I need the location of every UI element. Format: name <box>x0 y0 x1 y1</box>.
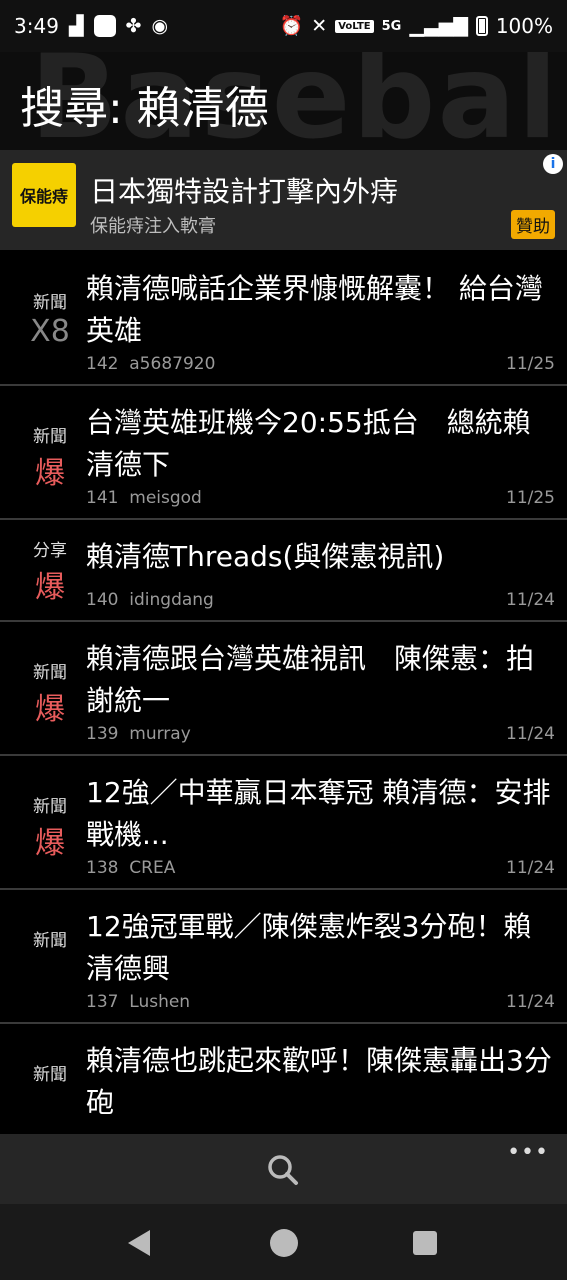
post-row[interactable]: 新聞 爆 賴清德跟台灣英雄視訊 陳傑憲：拍謝統一 139 murray 11/2… <box>0 622 567 756</box>
post-score: X8 <box>30 314 70 349</box>
post-meta: 140 idingdang <box>86 590 214 610</box>
post-number: 141 <box>86 488 119 508</box>
post-category: 新聞 <box>33 293 67 313</box>
post-meta: 137 Lushen <box>86 992 190 1012</box>
ad-title[interactable]: 日本獨特設計打擊內外痔 <box>90 170 398 210</box>
volte-icon: VoLTE <box>335 19 374 33</box>
info-icon[interactable]: i <box>543 154 563 174</box>
post-meta: 139 murray <box>86 724 191 744</box>
post-title[interactable]: 賴清德也跳起來歡呼！陳傑憲轟出3分砲 <box>86 1040 556 1124</box>
post-title[interactable]: 賴清德Threads(與傑憲視訊) <box>86 536 556 578</box>
post-author: idingdang <box>129 590 214 610</box>
post-title[interactable]: 賴清德跟台灣英雄視訊 陳傑憲：拍謝統一 <box>86 638 556 722</box>
post-category: 新聞 <box>33 797 67 817</box>
ad-logo: 保能痔 <box>12 163 76 227</box>
post-date: 11/24 <box>506 992 555 1012</box>
post-row[interactable]: 新聞 12強冠軍戰／陳傑憲炸裂3分砲！賴清德興 137 Lushen 11/24 <box>0 890 567 1024</box>
post-category: 新聞 <box>33 427 67 447</box>
post-row[interactable]: 新聞 爆 12強／中華贏日本奪冠 賴清德：安排戰機... 138 CREA 11… <box>0 756 567 890</box>
post-category: 分享 <box>33 541 67 561</box>
bottom-toolbar: ••• <box>0 1134 567 1204</box>
post-score: 爆 <box>35 456 65 491</box>
pinwheel-icon: ✤ <box>125 14 142 37</box>
post-number: 139 <box>86 724 119 744</box>
post-author: a5687920 <box>129 354 216 374</box>
more-options-button[interactable]: ••• <box>507 1140 549 1165</box>
ad-banner[interactable]: 保能痔 日本獨特設計打擊內外痔 保能痔注入軟膏 i 贊助 <box>0 150 567 250</box>
post-number: 142 <box>86 354 119 374</box>
badge-icon: ◉ <box>151 14 169 37</box>
post-title[interactable]: 台灣英雄班機今20:55抵台 總統賴清德下 <box>86 402 556 486</box>
alarm-icon: ⏰ <box>279 14 304 37</box>
back-icon[interactable] <box>128 1230 150 1256</box>
post-author: murray <box>129 724 191 744</box>
app-square-icon <box>93 15 116 37</box>
battery-icon <box>475 16 488 36</box>
post-row[interactable]: 新聞 X8 賴清德喊話企業界慷慨解囊！ 給台灣英雄 142 a5687920 1… <box>0 252 567 386</box>
signal-icon: ▟ <box>68 14 84 37</box>
system-nav-bar <box>0 1204 567 1280</box>
recents-icon[interactable] <box>413 1231 437 1255</box>
status-right: ⏰ ✕ VoLTE 5G ▁▃▅▇ 100% <box>280 14 553 38</box>
battery-percent: 100% <box>495 14 553 38</box>
post-author: meisgod <box>129 488 202 508</box>
mute-icon: ✕ <box>311 14 328 37</box>
post-author: Lushen <box>129 992 191 1012</box>
sponsored-badge: 贊助 <box>511 210 555 239</box>
post-date: 11/25 <box>506 488 555 508</box>
ad-subtitle: 保能痔注入軟膏 <box>90 216 216 237</box>
post-meta: 138 CREA <box>86 858 175 878</box>
post-row[interactable]: 新聞 爆 台灣英雄班機今20:55抵台 總統賴清德下 141 meisgod 1… <box>0 386 567 520</box>
status-bar: 3:49 ▟ ✤ ◉ ⏰ ✕ VoLTE 5G ▁▃▅▇ 100% <box>0 0 567 52</box>
post-score: 爆 <box>35 570 65 605</box>
5g-icon: 5G <box>381 18 402 34</box>
post-list: 新聞 X8 賴清德喊話企業界慷慨解囊！ 給台灣英雄 142 a5687920 1… <box>0 252 567 1158</box>
post-category: 新聞 <box>33 1065 67 1085</box>
signal-bars-icon: ▁▃▅▇ <box>409 14 468 37</box>
post-number: 138 <box>86 858 119 878</box>
status-left: 3:49 ▟ ✤ ◉ <box>14 14 168 38</box>
post-category: 新聞 <box>33 663 67 683</box>
search-button[interactable] <box>265 1152 301 1188</box>
post-meta: 141 meisgod <box>86 488 202 508</box>
post-meta: 142 a5687920 <box>86 354 215 374</box>
page-title: 搜尋: 賴清德 <box>20 83 269 134</box>
post-category: 新聞 <box>33 931 67 951</box>
post-row[interactable]: 分享 爆 賴清德Threads(與傑憲視訊) 140 idingdang 11/… <box>0 520 567 622</box>
post-date: 11/24 <box>506 590 555 610</box>
post-title[interactable]: 12強／中華贏日本奪冠 賴清德：安排戰機... <box>86 772 556 856</box>
clock: 3:49 <box>14 14 59 38</box>
post-date: 11/24 <box>506 724 555 744</box>
post-title[interactable]: 賴清德喊話企業界慷慨解囊！ 給台灣英雄 <box>86 268 556 352</box>
home-icon[interactable] <box>270 1229 298 1257</box>
post-author: CREA <box>129 858 176 878</box>
post-number: 140 <box>86 590 119 610</box>
header: Baseball 搜尋: 賴清德 <box>0 52 567 150</box>
post-date: 11/25 <box>506 354 555 374</box>
post-number: 137 <box>86 992 119 1012</box>
post-score: 爆 <box>35 692 65 727</box>
post-date: 11/24 <box>506 858 555 878</box>
post-score: 爆 <box>35 826 65 861</box>
search-icon <box>268 1155 298 1185</box>
post-title[interactable]: 12強冠軍戰／陳傑憲炸裂3分砲！賴清德興 <box>86 906 556 990</box>
